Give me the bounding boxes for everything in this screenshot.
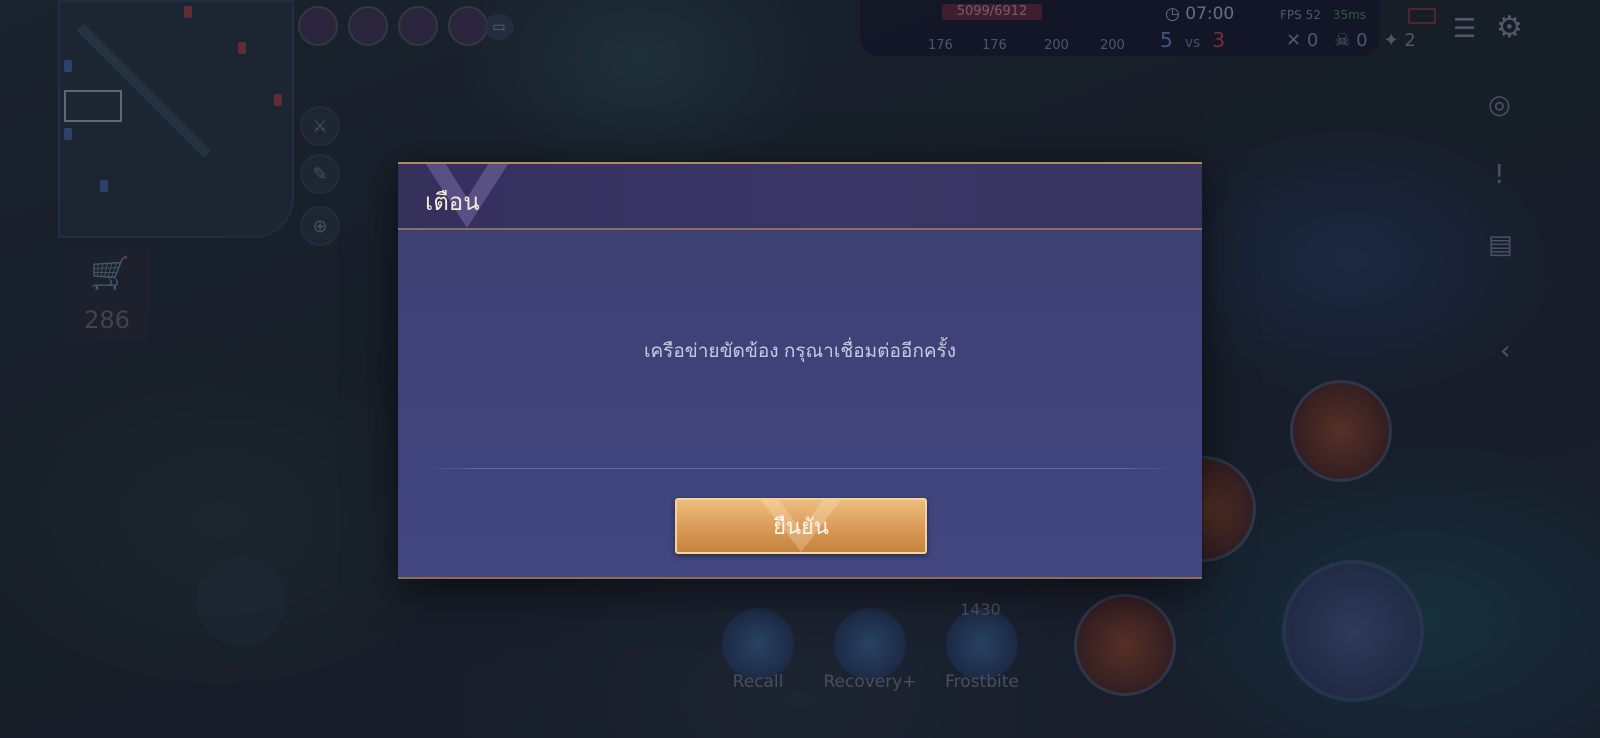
dialog-message: เครือข่ายขัดข้อง กรุณาเชื่อมต่ออีกครั้ง [643,341,957,362]
confirm-button[interactable]: ยืนยัน [675,498,927,554]
confirm-button-label: ยืนยัน [773,513,829,539]
warning-dialog: เตือน เครือข่ายขัดข้อง กรุณาเชื่อมต่ออีก… [398,162,1202,579]
dialog-divider [426,468,1174,469]
dialog-title: เตือน [425,189,480,216]
dialog-header: เตือน [398,164,1202,230]
